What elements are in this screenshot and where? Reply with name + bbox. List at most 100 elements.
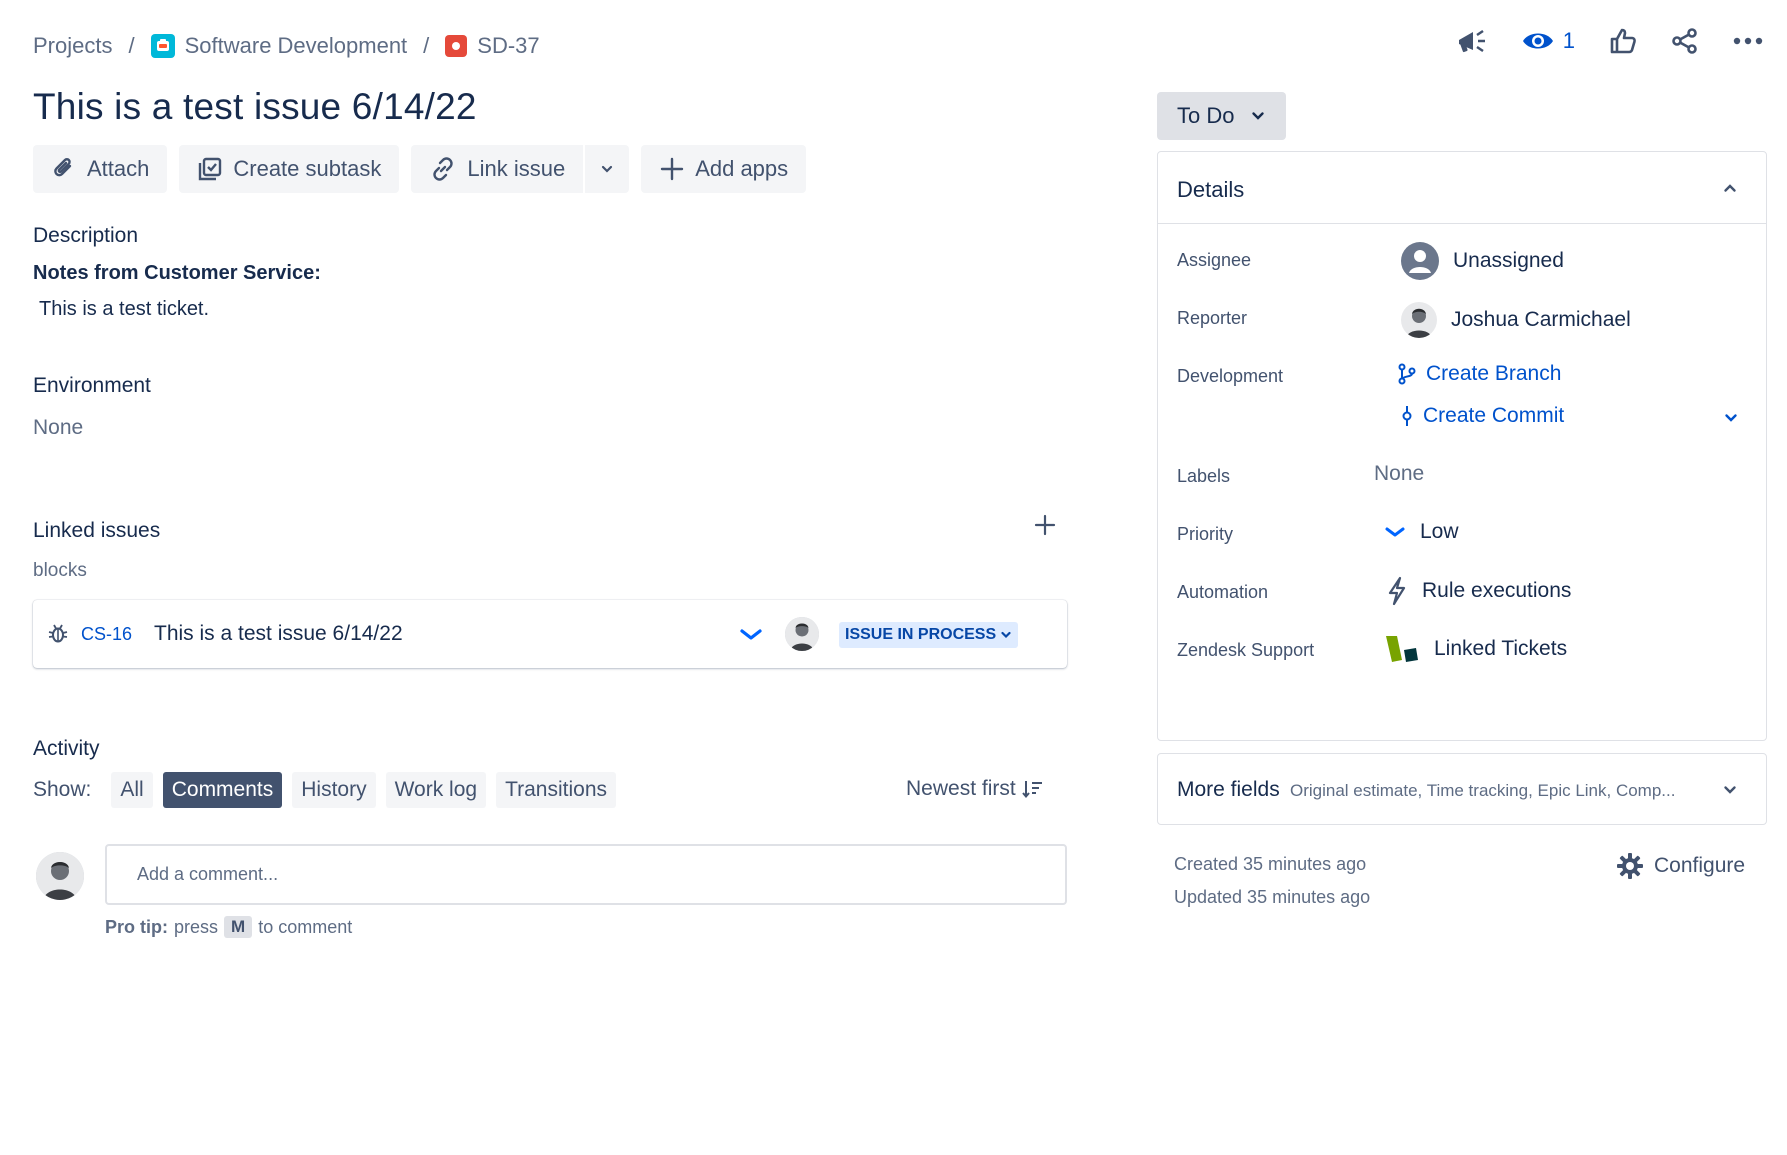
assignee-value: Unassigned	[1453, 249, 1564, 272]
create-branch-link[interactable]: Create Branch	[1398, 362, 1561, 386]
pro-tip-label: Pro tip:	[105, 916, 168, 937]
avatar[interactable]	[785, 617, 819, 651]
pro-tip-press: press	[174, 916, 219, 937]
filter-work-log[interactable]: Work log	[385, 772, 487, 808]
development-label: Development	[1177, 366, 1284, 386]
breadcrumb-project-label: Software Development	[184, 33, 408, 58]
sort-descending-icon	[1021, 781, 1042, 799]
vote-button[interactable]	[1609, 27, 1637, 55]
watch-button[interactable]: 1	[1521, 28, 1575, 54]
collapse-details-button[interactable]	[1722, 180, 1738, 196]
breadcrumb: Projects / Software Development / SD-37	[33, 30, 540, 62]
more-fields-panel[interactable]: More fields Original estimate, Time trac…	[1157, 753, 1767, 825]
assignee-field[interactable]: Unassigned	[1401, 242, 1564, 280]
linked-issue-summary[interactable]: This is a test issue 6/14/22	[154, 622, 403, 646]
linked-tickets-link[interactable]: Linked Tickets	[1384, 634, 1567, 664]
breadcrumb-projects[interactable]: Projects	[33, 33, 112, 59]
priority-label: Priority	[1177, 524, 1234, 544]
priority-low-icon	[739, 628, 763, 642]
share-button[interactable]	[1671, 27, 1699, 55]
priority-low-icon	[1385, 527, 1405, 537]
create-subtask-button[interactable]: Create subtask	[179, 145, 400, 193]
filter-history[interactable]: History	[292, 772, 376, 808]
linked-issue-status-lozenge[interactable]: ISSUE IN PROCESS	[839, 622, 1019, 648]
pro-tip: Pro tip: press M to comment	[105, 916, 352, 938]
labels-value[interactable]: None	[1374, 462, 1424, 486]
add-apps-label: Add apps	[695, 156, 789, 181]
sort-order-button[interactable]: Newest first	[906, 777, 1044, 801]
gear-icon	[1617, 853, 1643, 879]
issue-title[interactable]: This is a test issue 6/14/22	[33, 86, 477, 128]
zendesk-value: Linked Tickets	[1434, 637, 1568, 660]
link-relation-label: blocks	[33, 560, 87, 581]
megaphone-icon	[1458, 29, 1485, 53]
activity-filter-row: Show: All Comments History Work log Tran…	[33, 772, 617, 808]
commit-icon	[1402, 406, 1412, 426]
show-label: Show:	[33, 778, 92, 801]
reporter-value: Joshua Carmichael	[1451, 308, 1631, 331]
feedback-button[interactable]	[1455, 26, 1487, 56]
priority-field[interactable]: Low	[1384, 520, 1459, 544]
description-text[interactable]: This is a test ticket.	[39, 298, 209, 321]
plus-icon	[1034, 514, 1056, 536]
activity-heading: Activity	[33, 737, 100, 760]
chevron-down-icon	[1725, 414, 1737, 422]
expand-more-fields-button[interactable]	[1722, 782, 1738, 798]
subtask-icon	[199, 157, 222, 181]
linked-issue-key[interactable]: CS-16	[81, 624, 132, 645]
sort-order-label: Newest first	[906, 777, 1016, 800]
create-commit-label: Create Commit	[1423, 404, 1565, 427]
chevron-down-icon	[1724, 786, 1736, 794]
more-actions-button[interactable]	[1733, 37, 1763, 45]
link-issue-dropdown[interactable]	[585, 145, 630, 193]
issue-toolbar: Attach Create subtask Link issue Add app…	[33, 145, 807, 193]
environment-heading: Environment	[33, 374, 151, 397]
description-heading: Description	[33, 224, 139, 247]
breadcrumb-issue[interactable]: SD-37	[445, 33, 540, 59]
breadcrumb-separator: /	[128, 33, 135, 58]
paperclip-icon	[54, 158, 72, 177]
unassigned-avatar-icon	[1401, 242, 1439, 280]
avatar	[1401, 302, 1437, 338]
filter-comments[interactable]: Comments	[162, 772, 283, 808]
share-icon	[1672, 28, 1697, 54]
branch-icon	[1398, 363, 1416, 385]
thumbs-up-icon	[1610, 28, 1636, 54]
comment-input[interactable]	[135, 863, 1037, 886]
filter-all[interactable]: All	[111, 772, 153, 808]
add-apps-button[interactable]: Add apps	[641, 145, 807, 193]
details-title: Details	[1177, 177, 1245, 202]
rule-executions-link[interactable]: Rule executions	[1386, 576, 1571, 606]
linked-issue-card[interactable]: CS-16 This is a test issue 6/14/22 ISSUE…	[33, 600, 1067, 668]
link-issue-button[interactable]: Link issue	[411, 145, 584, 193]
create-branch-label: Create Branch	[1426, 362, 1562, 385]
status-label: To Do	[1177, 103, 1235, 128]
automation-value: Rule executions	[1422, 579, 1572, 602]
link-issue-group: Link issue	[411, 145, 630, 193]
comment-box[interactable]	[105, 844, 1067, 905]
pro-tip-rest: to comment	[258, 916, 353, 937]
configure-button[interactable]: Configure	[1616, 852, 1745, 880]
breadcrumb-project[interactable]: Software Development	[150, 33, 408, 59]
chevron-up-icon	[1724, 184, 1736, 192]
linked-issue-status-label: ISSUE IN PROCESS	[845, 626, 997, 643]
reporter-field[interactable]: Joshua Carmichael	[1401, 302, 1631, 338]
more-fields-title: More fields	[1177, 778, 1280, 801]
link-issue-label: Link issue	[467, 156, 566, 181]
filter-transitions[interactable]: Transitions	[496, 772, 617, 808]
add-linked-issue-button[interactable]	[1034, 514, 1056, 536]
attach-button[interactable]: Attach	[33, 145, 168, 193]
create-commit-link[interactable]: Create Commit	[1401, 404, 1564, 428]
priority-value: Low	[1420, 520, 1459, 543]
link-icon	[433, 157, 454, 181]
details-header[interactable]: Details	[1158, 152, 1766, 224]
status-transition-button[interactable]: To Do	[1157, 92, 1287, 140]
chevron-down-icon	[1001, 631, 1011, 639]
bug-type-icon	[445, 35, 468, 57]
environment-value[interactable]: None	[33, 416, 83, 440]
project-icon	[150, 34, 175, 58]
labels-label: Labels	[1177, 466, 1231, 486]
automation-label: Automation	[1177, 582, 1269, 602]
description-bold-line[interactable]: Notes from Customer Service:	[33, 262, 321, 285]
development-expand-button[interactable]	[1723, 410, 1739, 426]
